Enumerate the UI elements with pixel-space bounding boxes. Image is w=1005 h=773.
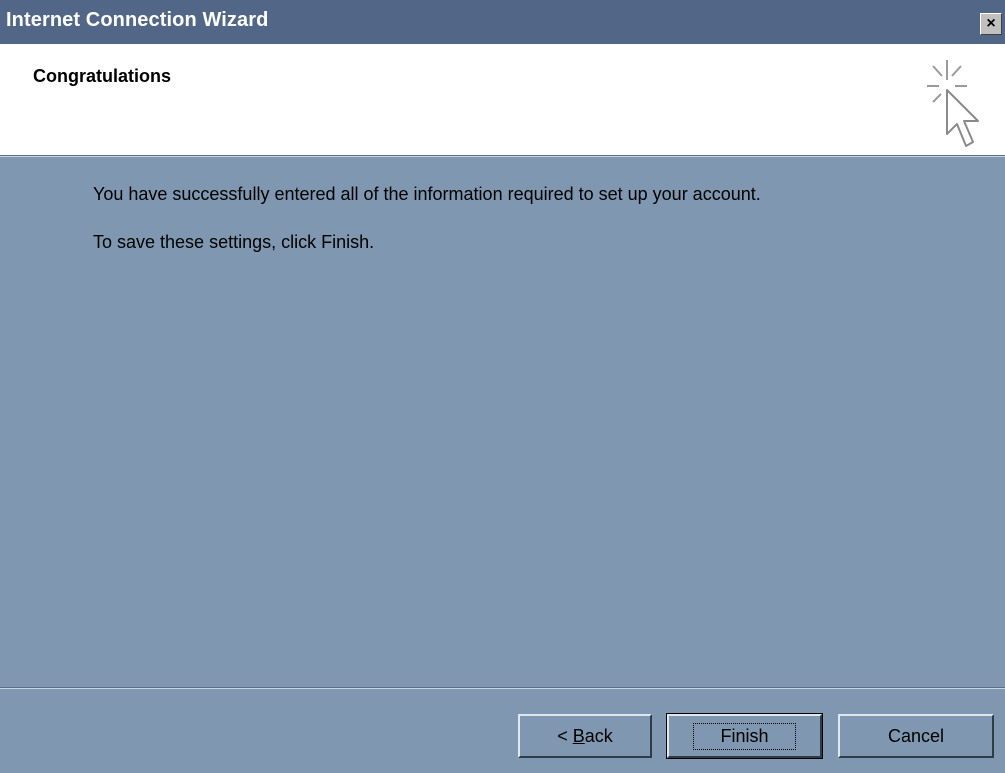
wizard-window: Internet Connection Wizard × Congratulat…: [0, 0, 1005, 773]
finish-button[interactable]: Finish: [666, 713, 823, 759]
back-label-mnemonic: B: [572, 725, 585, 746]
header-panel: Congratulations: [0, 44, 1005, 155]
cancel-button[interactable]: Cancel: [838, 714, 994, 758]
wizard-body: You have successfully entered all of the…: [0, 157, 1005, 687]
back-button-label: < Back: [557, 726, 613, 747]
back-button[interactable]: < Back: [518, 714, 652, 758]
footer-separator: [0, 687, 1005, 689]
close-icon: ×: [986, 15, 996, 32]
back-label-rest: ack: [584, 725, 613, 746]
close-button[interactable]: ×: [980, 13, 1002, 35]
instruction-message: To save these settings, click Finish.: [93, 232, 375, 252]
title-bar[interactable]: Internet Connection Wizard ×: [0, 0, 1005, 44]
wizard-pointer-icon: [927, 60, 979, 147]
finish-button-label: Finish: [693, 722, 796, 750]
back-label-prefix: <: [557, 725, 573, 746]
window-title: Internet Connection Wizard: [6, 9, 269, 31]
cancel-button-label: Cancel: [887, 725, 945, 746]
success-message: You have successfully entered all of the…: [93, 184, 761, 204]
page-title: Congratulations: [33, 66, 171, 86]
